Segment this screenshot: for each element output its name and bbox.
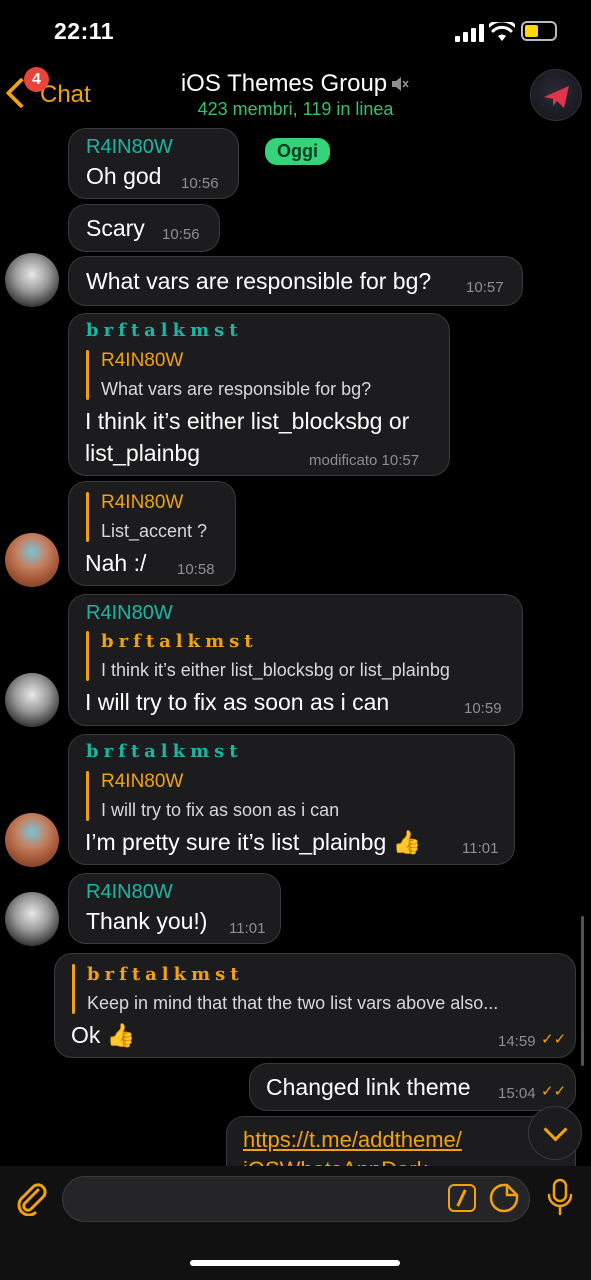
sender-name[interactable]: brftalkmst: [86, 320, 243, 341]
message-text: Oh god: [86, 163, 162, 189]
microphone-icon[interactable]: [545, 1178, 575, 1218]
sticker-icon[interactable]: [488, 1182, 520, 1214]
avatar[interactable]: [5, 813, 59, 867]
reply-text[interactable]: Keep in mind that that the two list vars…: [87, 993, 498, 1014]
message-text: Nah :/: [85, 550, 147, 576]
message-time: 11:01: [229, 920, 266, 937]
reply-sender[interactable]: R4IN80W: [101, 492, 183, 514]
reply-text[interactable]: I will try to fix as soon as i can: [101, 800, 339, 821]
reply-bar: [72, 964, 75, 1014]
message-time: 10:58: [177, 561, 215, 578]
message-bubble[interactable]: What vars are responsible for bg? 10:57: [68, 256, 523, 306]
chevron-down-icon: [543, 1117, 568, 1142]
sender-name[interactable]: brftalkmst: [86, 741, 243, 762]
reply-text[interactable]: List_accent ?: [101, 521, 207, 542]
chat-subtitle: 423 membri, 119 in linea: [197, 99, 394, 119]
date-pill: Oggi: [265, 138, 330, 165]
message-text: Ok 👍: [71, 1022, 136, 1048]
avatar[interactable]: [5, 253, 59, 307]
avatar[interactable]: [5, 673, 59, 727]
signal-icon: [455, 24, 484, 42]
reply-bar: [86, 350, 89, 400]
message-bubble[interactable]: brftalkmst R4IN80W What vars are respons…: [68, 313, 450, 476]
chat-title[interactable]: iOS Themes Group: [0, 70, 591, 98]
wifi-icon: [489, 22, 515, 41]
sender-name[interactable]: R4IN80W: [86, 602, 173, 625]
status-time: 22:11: [54, 18, 115, 44]
telegram-logo-icon: [544, 86, 569, 108]
message-time: 14:59: [498, 1033, 536, 1050]
message-bubble[interactable]: brftalkmst R4IN80W I will try to fix as …: [68, 734, 515, 865]
message-bubble[interactable]: R4IN80W List_accent ? Nah :/ 10:58: [68, 481, 236, 586]
message-time: modificato 10:57: [309, 452, 420, 469]
scrollbar[interactable]: [581, 916, 584, 1066]
message-text: I think it’s either list_blocksbg or: [85, 408, 410, 434]
paperclip-icon[interactable]: [14, 1180, 50, 1216]
avatar[interactable]: [5, 533, 59, 587]
message-time: 10:56: [181, 175, 219, 192]
sender-name[interactable]: R4IN80W: [86, 136, 173, 159]
reply-text[interactable]: I think it’s either list_blocksbg or lis…: [101, 660, 450, 681]
read-check-icon: ✓✓: [541, 1083, 567, 1100]
home-indicator[interactable]: [190, 1260, 400, 1266]
bot-command-icon[interactable]: [448, 1184, 476, 1212]
message-text: What vars are responsible for bg?: [86, 268, 432, 294]
message-text: I will try to fix as soon as i can: [85, 689, 390, 715]
reply-sender[interactable]: R4IN80W: [101, 350, 183, 372]
message-bubble-outgoing[interactable]: brftalkmst Keep in mind that that the tw…: [54, 953, 576, 1058]
reply-bar: [86, 492, 89, 542]
message-text: list_plainbg: [85, 440, 201, 466]
message-text: Changed link theme: [266, 1074, 471, 1100]
message-text: I’m pretty sure it’s list_plainbg 👍: [85, 829, 422, 855]
reply-sender[interactable]: brftalkmst: [87, 964, 244, 985]
reply-sender[interactable]: R4IN80W: [101, 771, 183, 793]
reply-bar: [86, 631, 89, 681]
message-bubble[interactable]: Scary 10:56: [68, 204, 220, 252]
message-time: 10:56: [162, 226, 200, 243]
message-bubble-outgoing[interactable]: Changed link theme 15:04 ✓✓: [249, 1063, 576, 1111]
message-bubble[interactable]: R4IN80W brftalkmst I think it’s either l…: [68, 594, 523, 726]
message-time: 10:57: [466, 279, 504, 296]
reply-bar: [86, 771, 89, 821]
message-text: Scary: [86, 215, 145, 241]
message-time: 11:01: [462, 840, 499, 857]
message-bubble[interactable]: R4IN80W Thank you!) 11:01: [68, 873, 281, 944]
reply-text[interactable]: What vars are responsible for bg?: [101, 379, 371, 400]
avatar[interactable]: [5, 892, 59, 946]
message-link[interactable]: https://t.me/addtheme/: [243, 1127, 462, 1153]
read-check-icon: ✓✓: [541, 1031, 567, 1048]
mute-icon: [392, 77, 409, 91]
battery-icon: [521, 21, 557, 41]
message-bubble[interactable]: R4IN80W Oh god 10:56: [68, 128, 239, 199]
scroll-to-bottom-button[interactable]: [528, 1106, 582, 1160]
sender-name[interactable]: R4IN80W: [86, 881, 173, 904]
group-avatar[interactable]: [530, 69, 582, 121]
message-time: 10:59: [464, 700, 502, 717]
message-text: Thank you!): [86, 908, 208, 934]
reply-sender[interactable]: brftalkmst: [101, 631, 258, 652]
message-time: 15:04: [498, 1085, 536, 1102]
